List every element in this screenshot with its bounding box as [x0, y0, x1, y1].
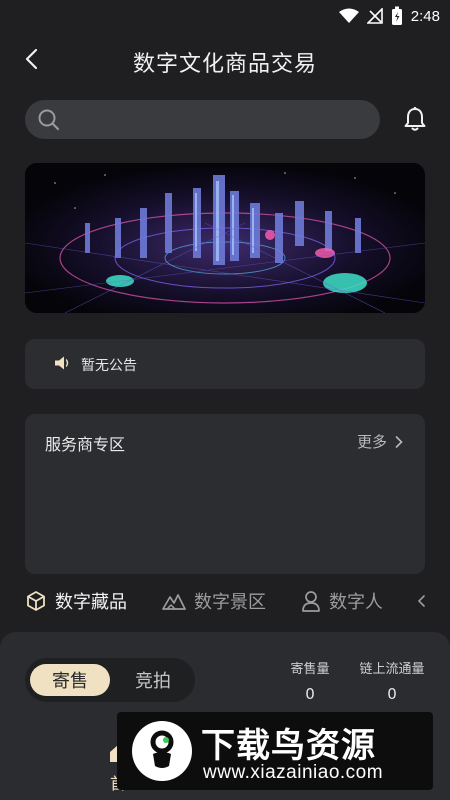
banner-image[interactable]: [25, 163, 425, 313]
nav-bar: 数字文化商品交易: [0, 36, 450, 84]
tab-digital-human[interactable]: 数字人: [301, 588, 383, 614]
watermark-logo: [132, 721, 192, 781]
status-bar: 2:48: [0, 0, 450, 32]
stat-consignment: 寄售量 0: [280, 658, 340, 703]
more-label: 更多: [356, 433, 387, 451]
stat-value: 0: [387, 685, 397, 703]
wifi-icon: [338, 8, 359, 23]
search-icon: [38, 109, 60, 131]
speaker-icon: [55, 356, 69, 370]
announcement-bar[interactable]: 暂无公告: [25, 339, 425, 389]
stat-value: 0: [305, 685, 315, 703]
tab-digital-collectibles[interactable]: 数字藏品: [25, 588, 127, 614]
tab-label: 数字景区: [194, 592, 266, 613]
tab-digital-scenic[interactable]: 数字景区: [162, 588, 266, 614]
stat-label: 寄售量: [290, 662, 330, 677]
watermark-title: 下载鸟资源: [201, 726, 376, 766]
section-title: 服务商专区: [45, 435, 126, 454]
status-time: 2:48: [410, 7, 440, 25]
announcement-text: 暂无公告: [81, 358, 137, 374]
signal-icon: [366, 8, 383, 24]
digital-city-illustration: [25, 163, 425, 313]
mode-consignment-button[interactable]: 寄售: [30, 664, 110, 696]
tab-label: 数字藏品: [55, 592, 127, 613]
notification-button[interactable]: [400, 104, 430, 134]
more-link[interactable]: 更多: [357, 431, 403, 452]
watermark-url: www.xiazainiao.com: [203, 762, 384, 783]
search-input[interactable]: [25, 100, 380, 139]
cube-icon: [27, 591, 45, 611]
tab-label: 数字人: [329, 592, 383, 613]
mode-auction-button[interactable]: 竞拍: [115, 664, 191, 696]
trade-mode-switch: 寄售 竞拍: [25, 658, 195, 702]
stat-label: 链上流通量: [359, 662, 425, 677]
bell-icon: [404, 106, 426, 131]
mountain-icon: [162, 594, 186, 610]
watermark-overlay: 下载鸟资源 www.xiazainiao.com: [117, 712, 433, 790]
provider-section: 服务商专区 更多: [25, 414, 425, 574]
scroll-left-icon[interactable]: [416, 594, 426, 608]
person-icon: [302, 591, 320, 612]
page-title: 数字文化商品交易: [132, 52, 317, 77]
chevron-right-icon: [395, 435, 403, 448]
stat-circulation: 链上流通量 0: [352, 658, 432, 703]
category-tabs: 数字藏品 数字景区 数字人: [0, 584, 450, 618]
status-icons: 2:48: [338, 6, 440, 26]
battery-icon: [391, 6, 402, 25]
